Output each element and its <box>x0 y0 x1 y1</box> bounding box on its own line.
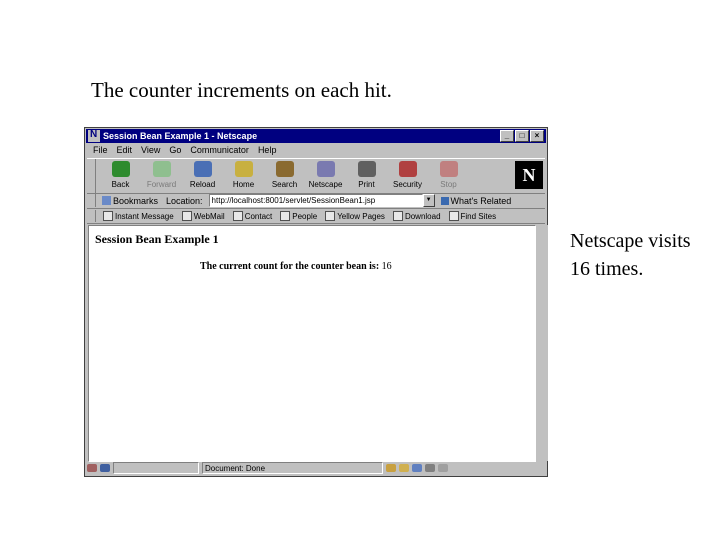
bookmarks-button[interactable]: Bookmarks <box>102 196 158 206</box>
search-icon <box>275 161 294 177</box>
connection-status-icon <box>100 464 110 472</box>
title-bar[interactable]: Session Bean Example 1 - Netscape _ □ × <box>86 129 546 143</box>
bookmark-page-icon <box>392 211 403 221</box>
menu-help[interactable]: Help <box>258 144 277 157</box>
close-button[interactable]: × <box>530 130 544 142</box>
page-heading: Session Bean Example 1 <box>95 232 219 246</box>
toolbar-button-label: Netscape <box>308 180 343 189</box>
whats-related-label: What's Related <box>450 195 512 206</box>
url-dropdown-button[interactable]: ▼ <box>422 194 435 207</box>
toolbar-grip[interactable] <box>87 159 96 193</box>
component-bar-news-icon[interactable] <box>412 464 422 472</box>
whats-related-button[interactable]: What's Related <box>440 195 512 206</box>
toolbar-button-label: Print <box>358 180 375 189</box>
bookmark-page-icon <box>448 211 459 221</box>
bookmark-page-icon <box>232 211 243 221</box>
toolbar-button-reload[interactable]: Reload <box>182 159 223 193</box>
netscape-icon <box>316 161 335 177</box>
minimize-button[interactable]: _ <box>500 130 514 142</box>
location-label: Location: <box>166 195 203 206</box>
personal-item-label: Yellow Pages <box>337 211 385 221</box>
counter-label: The current count for the counter bean i… <box>200 261 380 272</box>
home-icon <box>234 161 253 177</box>
bookmark-page-icon <box>325 211 336 221</box>
security-status-icon[interactable] <box>87 464 97 472</box>
personal-item-label: Download <box>404 211 441 221</box>
navigation-toolbar: Back Forward Reload Home Search Netscape Print… <box>87 158 545 194</box>
vertical-scrollbar[interactable] <box>536 225 548 461</box>
toolbar-button-label: Back <box>111 180 130 189</box>
maximize-button[interactable]: □ <box>515 130 529 142</box>
location-grip[interactable] <box>87 194 96 207</box>
reload-icon <box>193 161 212 177</box>
url-input[interactable]: http://localhost:8001/servlet/SessionBea… <box>208 194 423 207</box>
location-toolbar: Bookmarks Location: http://localhost:800… <box>87 193 545 209</box>
page-content[interactable]: Session Bean Example 1 The current count… <box>88 225 536 462</box>
component-bar-navigator-icon[interactable] <box>386 464 396 472</box>
personal-item-label: Find Sites <box>460 211 497 221</box>
toolbar-button-label: Forward <box>146 180 177 189</box>
component-bar-composer-icon[interactable] <box>425 464 435 472</box>
counter-value: 16 <box>381 261 392 272</box>
toolbar-button-stop[interactable]: Stop <box>428 159 469 193</box>
slide-caption: The counter increments on each hit. <box>91 78 392 102</box>
print-icon <box>357 161 376 177</box>
menu-bar: File Edit View Go Communicator Help <box>87 144 276 157</box>
toolbar-button-label: Stop <box>440 180 457 189</box>
personal-item-download[interactable]: Download <box>392 211 441 221</box>
personal-item-find-sites[interactable]: Find Sites <box>448 211 497 221</box>
stop-icon <box>439 161 458 177</box>
netscape-logo[interactable]: N <box>515 161 543 189</box>
toolbar-button-back[interactable]: Back <box>100 159 141 193</box>
personal-item-label: People <box>292 211 318 221</box>
personal-item-yellow-pages[interactable]: Yellow Pages <box>325 211 385 221</box>
personal-item-webmail[interactable]: WebMail <box>181 211 225 221</box>
progress-cell <box>113 462 199 474</box>
security-lock-icon <box>398 161 417 177</box>
personal-item-contact[interactable]: Contact <box>232 211 273 221</box>
status-bar: Document: Done <box>87 462 545 474</box>
resize-grip-icon[interactable] <box>438 464 448 472</box>
bookmark-page-icon <box>181 211 192 221</box>
forward-arrow-icon <box>152 161 171 177</box>
toolbar-button-label: Security <box>393 180 422 189</box>
toolbar-button-security[interactable]: Security <box>387 159 428 193</box>
toolbar-button-label: Search <box>271 180 298 189</box>
netscape-app-icon[interactable] <box>88 129 100 142</box>
bookmarks-label: Bookmarks <box>113 195 159 206</box>
menu-go[interactable]: Go <box>169 144 181 157</box>
toolbar-button-print[interactable]: Print <box>346 159 387 193</box>
browser-window: Session Bean Example 1 - Netscape _ □ × … <box>84 127 548 477</box>
toolbar-button-netscape[interactable]: Netscape <box>305 159 346 193</box>
personal-item-label: Contact <box>244 211 273 221</box>
whats-related-icon <box>440 196 449 205</box>
personal-item-label: Instant Message <box>115 211 174 221</box>
component-bar-mail-icon[interactable] <box>399 464 409 472</box>
counter-text: The current count for the counter bean i… <box>200 261 392 272</box>
bookmark-page-icon <box>280 211 291 221</box>
side-note-line-2: 16 times. <box>570 258 644 280</box>
menu-view[interactable]: View <box>141 144 160 157</box>
window-controls: _ □ × <box>500 130 544 142</box>
bookmark-icon <box>102 196 111 205</box>
back-arrow-icon <box>111 161 130 177</box>
personal-grip[interactable] <box>87 210 96 222</box>
menu-edit[interactable]: Edit <box>117 144 133 157</box>
menu-file[interactable]: File <box>93 144 108 157</box>
bookmark-page-icon <box>103 211 113 221</box>
personal-item-people[interactable]: People <box>280 211 317 221</box>
personal-item-instant-message[interactable]: Instant Message <box>103 211 174 221</box>
side-note: Netscape visits 16 times. <box>570 227 691 283</box>
personal-toolbar: Instant Message WebMail Contact People Yello… <box>87 209 545 224</box>
toolbar-button-label: Home <box>232 180 255 189</box>
personal-item-label: WebMail <box>193 211 225 221</box>
toolbar-button-search[interactable]: Search <box>264 159 305 193</box>
toolbar-button-label: Reload <box>189 180 216 189</box>
status-text: Document: Done <box>202 462 383 474</box>
toolbar-button-home[interactable]: Home <box>223 159 264 193</box>
menu-communicator[interactable]: Communicator <box>190 144 249 157</box>
toolbar-button-forward[interactable]: Forward <box>141 159 182 193</box>
side-note-line-1: Netscape visits <box>570 230 691 252</box>
window-title: Session Bean Example 1 - Netscape <box>103 131 258 141</box>
